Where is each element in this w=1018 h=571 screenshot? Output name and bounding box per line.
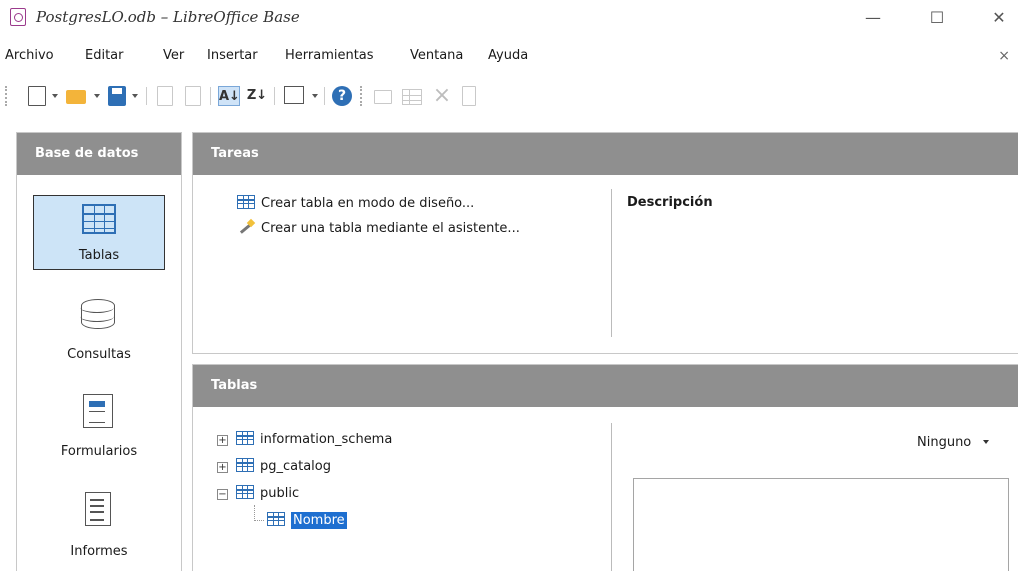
rename-icon[interactable] — [462, 86, 476, 106]
tree-item-label: public — [260, 486, 300, 501]
schema-table-icon — [236, 431, 254, 445]
sort-ascending-icon[interactable]: A↓ — [218, 86, 240, 106]
menu-herramientas[interactable]: Herramientas — [285, 48, 374, 63]
menu-bar: Archivo Editar Ver Insertar Herramientas… — [0, 48, 1018, 70]
nav-formularios-label: Formularios — [60, 444, 138, 459]
database-panel: Base de datos Tablas Consultas Formulari… — [16, 132, 182, 571]
menu-insertar[interactable]: Insertar — [207, 48, 258, 63]
database-icon — [80, 299, 115, 329]
wizard-icon — [237, 219, 255, 235]
tree-item-label: information_schema — [260, 432, 393, 447]
task-label: Crear tabla en modo de diseño... — [261, 196, 475, 211]
copy-icon[interactable] — [157, 86, 173, 106]
collapse-icon[interactable]: − — [217, 489, 228, 500]
preview-mode-select[interactable]: Ninguno — [917, 435, 990, 450]
toolbar-separator — [274, 87, 275, 105]
task-create-table-wizard[interactable]: Crear una tabla mediante el asistente... — [237, 219, 520, 236]
standard-toolbar: A↓ Z↓ ? × — [0, 78, 1018, 114]
form-view-icon[interactable] — [284, 86, 304, 104]
open-folder-icon[interactable] — [66, 90, 86, 104]
new-dropdown-arrow[interactable] — [52, 94, 58, 98]
table-design-icon — [237, 195, 255, 209]
table-icon — [267, 512, 285, 526]
nav-informes-label: Informes — [70, 544, 128, 559]
toolbar-separator — [146, 87, 147, 105]
nav-tablas-label: Tablas — [78, 248, 120, 263]
form-icon — [83, 394, 113, 428]
delete-icon[interactable]: × — [432, 85, 452, 107]
schema-table-icon — [236, 485, 254, 499]
tasks-panel-header: Tareas — [193, 133, 1018, 175]
nav-consultas[interactable]: Consultas — [33, 283, 165, 363]
view-dropdown-arrow[interactable] — [312, 94, 318, 98]
description-label: Descripción — [627, 195, 713, 210]
report-icon — [85, 492, 111, 526]
tables-panel: Tablas + information_schema + pg_catalog −… — [192, 364, 1018, 571]
menu-archivo[interactable]: Archivo — [5, 48, 54, 63]
tasks-panel: Tareas Crear tabla en modo de diseño... … — [192, 132, 1018, 354]
toolbar-separator — [324, 87, 325, 105]
help-icon[interactable]: ? — [332, 86, 352, 106]
menu-ventana[interactable]: Ventana — [410, 48, 463, 63]
open-object-icon[interactable] — [374, 90, 392, 104]
table-icon — [82, 204, 116, 234]
nav-consultas-label: Consultas — [67, 347, 131, 362]
toolbar-grip[interactable] — [5, 86, 7, 106]
menu-ayuda[interactable]: Ayuda — [488, 48, 528, 63]
expand-icon[interactable]: + — [217, 462, 228, 473]
nav-formularios[interactable]: Formularios — [33, 378, 165, 459]
save-dropdown-arrow[interactable] — [132, 94, 138, 98]
database-panel-header: Base de datos — [17, 133, 181, 175]
schema-table-icon — [236, 458, 254, 472]
task-label: Crear una tabla mediante el asistente... — [261, 221, 520, 236]
toolbar-separator — [210, 87, 211, 105]
tree-item-label: pg_catalog — [260, 459, 331, 474]
sort-descending-icon[interactable]: Z↓ — [246, 86, 268, 106]
tree-item-public[interactable]: − public — [217, 485, 299, 507]
tasks-divider — [611, 189, 612, 337]
tree-item-nombre[interactable]: Nombre — [267, 512, 347, 534]
open-dropdown-arrow[interactable] — [94, 94, 100, 98]
nav-informes[interactable]: Informes — [33, 478, 165, 568]
expand-icon[interactable]: + — [217, 435, 228, 446]
save-icon[interactable] — [108, 86, 126, 106]
title-bar: PostgresLO.odb – LibreOffice Base — ☐ ✕ — [0, 0, 1018, 36]
tree-item-information-schema[interactable]: + information_schema — [217, 431, 392, 453]
menu-ver[interactable]: Ver — [163, 48, 184, 63]
preview-mode-value: Ninguno — [917, 435, 972, 450]
close-document-icon[interactable]: × — [998, 48, 1010, 64]
tree-item-pg-catalog[interactable]: + pg_catalog — [217, 458, 331, 480]
nav-tablas[interactable]: Tablas — [33, 195, 165, 270]
toolbar-grip[interactable] — [360, 86, 362, 106]
tree-connector — [254, 505, 264, 521]
new-document-icon[interactable] — [28, 86, 46, 106]
maximize-button[interactable]: ☐ — [922, 6, 952, 30]
window-title: PostgresLO.odb – LibreOffice Base — [36, 8, 300, 26]
minimize-button[interactable]: — — [858, 6, 888, 30]
tree-item-label-selected: Nombre — [291, 512, 347, 529]
task-create-table-design[interactable]: Crear tabla en modo de diseño... — [237, 195, 474, 211]
menu-editar[interactable]: Editar — [85, 48, 124, 63]
libreoffice-base-icon — [10, 8, 26, 26]
tables-panel-header: Tablas — [193, 365, 1018, 407]
paste-icon[interactable] — [185, 86, 201, 106]
tables-divider — [611, 423, 612, 571]
preview-area — [633, 478, 1009, 571]
chevron-down-icon — [983, 440, 990, 444]
close-window-button[interactable]: ✕ — [984, 6, 1014, 30]
edit-table-icon[interactable] — [402, 89, 422, 105]
